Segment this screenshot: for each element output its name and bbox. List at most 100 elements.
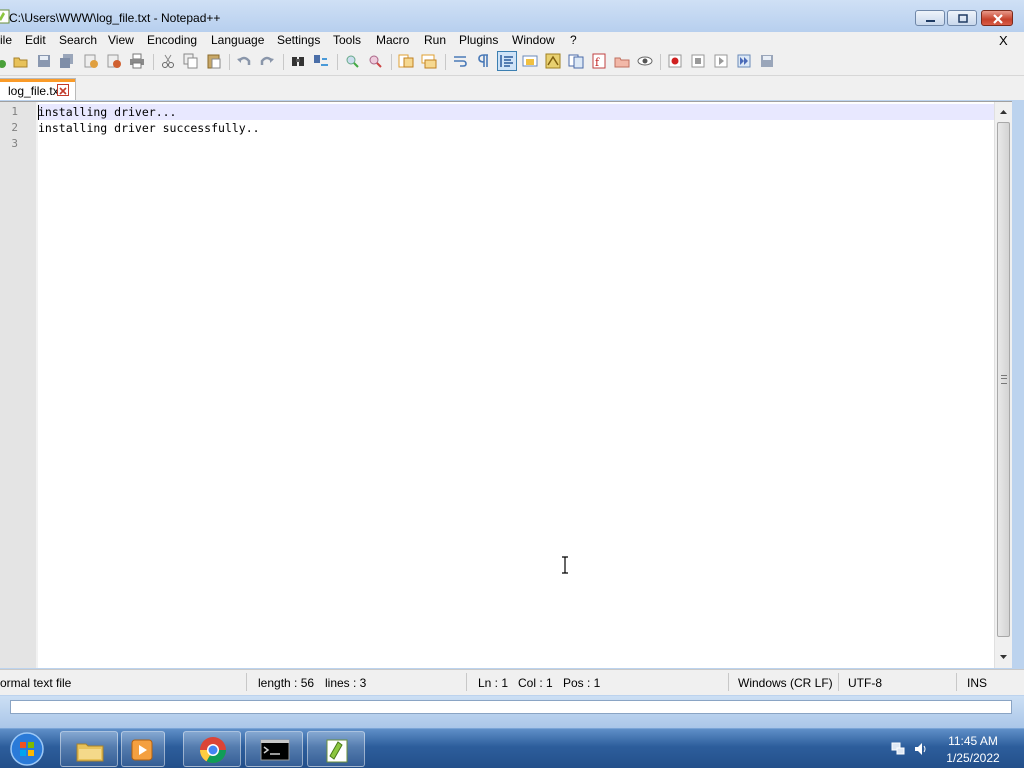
taskbar-cmd-button[interactable] (245, 731, 303, 767)
close-all-icon[interactable] (106, 53, 122, 69)
tab-log-file[interactable]: log_file.txt (0, 78, 76, 100)
copy-icon[interactable] (183, 53, 199, 69)
paste-icon[interactable] (206, 53, 222, 69)
stop-macro-icon[interactable] (690, 53, 706, 69)
show-all-chars-icon[interactable] (475, 53, 491, 69)
window-bottom-panel (10, 700, 1012, 714)
save-all-icon[interactable] (59, 53, 75, 69)
scroll-down-arrow-icon[interactable] (995, 649, 1012, 665)
taskbar-chrome-button[interactable] (183, 731, 241, 767)
grip-icon (1001, 375, 1007, 384)
line-number-gutter[interactable]: 1 2 3 (0, 102, 36, 668)
menu-edit[interactable]: Edit (25, 33, 46, 47)
scroll-up-arrow-icon[interactable] (995, 104, 1012, 120)
restore-icon (958, 14, 968, 23)
toolbar-separator (229, 54, 230, 70)
chrome-icon (199, 737, 227, 764)
taskbar-media-player-button[interactable] (121, 731, 165, 767)
function-list-icon[interactable]: f (591, 53, 607, 69)
taskbar-notepadpp-button[interactable] (307, 731, 365, 767)
document-list-icon[interactable] (568, 53, 584, 69)
folder-workspace-icon[interactable] (614, 53, 630, 69)
open-file-icon[interactable] (13, 53, 29, 69)
menu-help[interactable]: ? (570, 33, 577, 47)
window-bottom-frame (0, 696, 1024, 728)
close-button[interactable] (981, 10, 1013, 26)
scrollbar-thumb[interactable] (997, 122, 1010, 637)
status-file-type: ormal text file (0, 676, 72, 690)
cmd-icon (260, 739, 290, 761)
close-icon (59, 87, 67, 95)
close-file-icon[interactable] (83, 53, 99, 69)
vertical-scrollbar[interactable] (994, 102, 1012, 668)
toolbar-separator (283, 54, 284, 70)
document-map-icon[interactable] (545, 53, 561, 69)
minimize-button[interactable] (915, 10, 945, 26)
close-document-button[interactable]: X (999, 33, 1008, 48)
tab-label: log_file.txt (8, 84, 63, 98)
sync-vertical-icon[interactable] (398, 53, 414, 69)
menu-search[interactable]: Search (59, 33, 97, 47)
menu-macro[interactable]: Macro (376, 33, 409, 47)
menu-settings[interactable]: Settings (277, 33, 320, 47)
text-editor-area[interactable]: installing driver... installing driver s… (38, 102, 994, 668)
menu-run[interactable]: Run (424, 33, 446, 47)
ibeam-cursor-icon (562, 556, 568, 574)
network-icon[interactable] (890, 741, 906, 757)
media-player-icon (131, 739, 153, 761)
menu-encoding[interactable]: Encoding (147, 33, 197, 47)
status-lines: lines : 3 (325, 676, 367, 690)
status-ln: Ln : 1 (478, 676, 509, 690)
toolbar-separator (153, 54, 154, 70)
status-divider (246, 673, 247, 691)
start-button-icon[interactable] (8, 731, 46, 767)
play-macro-icon[interactable] (713, 53, 729, 69)
new-file-icon[interactable] (0, 53, 10, 69)
status-insert-mode: INS (967, 676, 988, 690)
zoom-out-icon[interactable] (367, 53, 383, 69)
word-wrap-icon[interactable] (452, 53, 468, 69)
title-bar[interactable]: C:\Users\WWW\log_file.txt - Notepad++ (0, 0, 1024, 32)
toolbar-separator (391, 54, 392, 70)
undo-icon[interactable] (236, 53, 252, 69)
menu-tools[interactable]: Tools (333, 33, 361, 47)
notepadpp-window: C:\Users\WWW\log_file.txt - Notepad++ il… (0, 0, 1024, 728)
run-macro-multiple-icon[interactable] (736, 53, 752, 69)
folder-icon (76, 743, 104, 762)
clock-date[interactable]: 1/25/2022 (940, 751, 1006, 765)
minimize-icon (926, 20, 935, 22)
sync-horizontal-icon[interactable] (421, 53, 437, 69)
cut-icon[interactable] (160, 53, 176, 69)
status-encoding: UTF-8 (848, 676, 882, 690)
record-macro-icon[interactable] (667, 53, 683, 69)
save-macro-icon[interactable] (759, 53, 775, 69)
replace-icon[interactable] (313, 53, 329, 69)
maximize-button[interactable] (947, 10, 977, 26)
indent-guide-icon[interactable] (499, 53, 515, 69)
status-eol: Windows (CR LF) (738, 676, 833, 690)
status-col: Col : 1 (518, 676, 553, 690)
redo-icon[interactable] (259, 53, 275, 69)
current-line-highlight (38, 104, 994, 120)
find-icon[interactable] (290, 53, 306, 69)
toolbar-separator (337, 54, 338, 70)
print-icon[interactable] (129, 53, 145, 69)
menu-window[interactable]: Window (512, 33, 555, 47)
window-title: C:\Users\WWW\log_file.txt - Notepad++ (9, 11, 221, 25)
tab-bar: log_file.txt (0, 76, 1024, 100)
menu-file[interactable]: ile (0, 33, 12, 47)
monitoring-icon[interactable] (637, 53, 653, 69)
menu-plugins[interactable]: Plugins (459, 33, 498, 47)
clock-time[interactable]: 11:45 AM (940, 734, 1006, 748)
volume-icon[interactable] (913, 741, 929, 757)
status-divider (728, 673, 729, 691)
user-defined-language-icon[interactable] (522, 53, 538, 69)
menu-language[interactable]: Language (211, 33, 264, 47)
tab-close-button[interactable] (57, 84, 69, 96)
editor: 1 2 3 installing driver... installing dr… (0, 101, 1012, 668)
save-icon[interactable] (36, 53, 52, 69)
zoom-in-icon[interactable] (344, 53, 360, 69)
menu-view[interactable]: View (108, 33, 134, 47)
taskbar-explorer-button[interactable] (60, 731, 118, 767)
text-caret (38, 105, 39, 120)
